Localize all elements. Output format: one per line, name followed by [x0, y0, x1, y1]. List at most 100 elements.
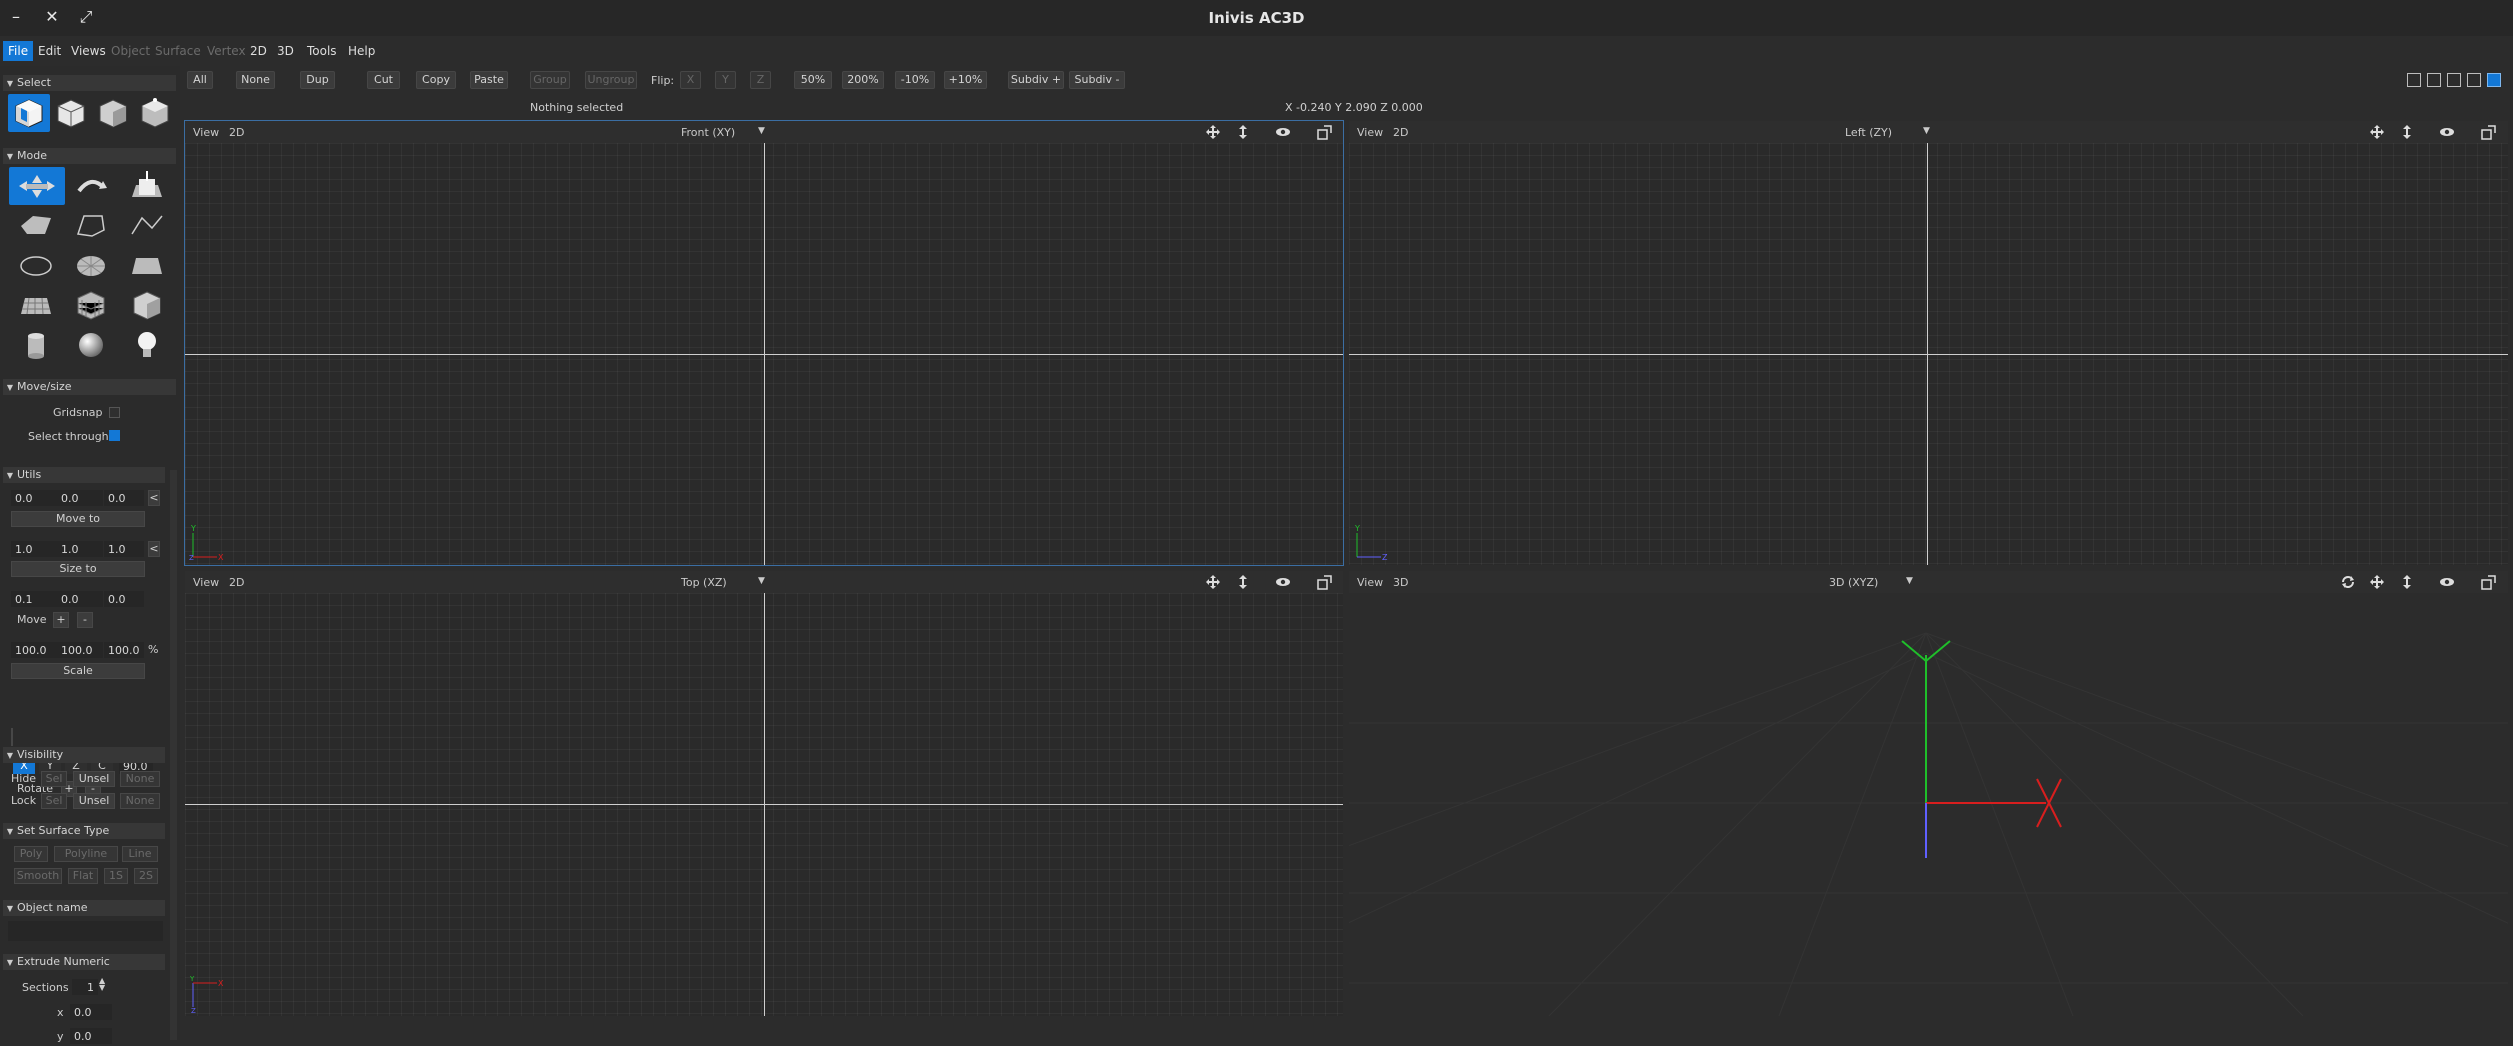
ungroup-button[interactable]: Ungroup [585, 71, 637, 89]
move-plus-button[interactable]: + [53, 612, 69, 628]
size-to-button[interactable]: Size to [11, 561, 145, 577]
select-none-button[interactable]: None [236, 71, 275, 89]
view-orientation-select[interactable]: 3D (XYZ) [1829, 576, 1878, 589]
sections-spinbox[interactable]: 1 [72, 979, 98, 995]
move-fetch-button[interactable]: < [148, 490, 160, 506]
box-tool[interactable] [126, 286, 168, 324]
size-x-input[interactable]: 1.0 [11, 541, 57, 557]
group-button[interactable]: Group [530, 71, 570, 89]
select-all-button[interactable]: All [187, 71, 213, 89]
paste-button[interactable]: Paste [470, 71, 508, 89]
viewport-left-canvas[interactable]: YZ [1349, 143, 2508, 565]
subdiv-minus-button[interactable]: Subdiv - [1069, 71, 1125, 89]
maximize-view-icon[interactable] [1317, 574, 1333, 590]
left-panel-scrollbar[interactable] [170, 470, 177, 1040]
pan-icon[interactable] [1205, 124, 1221, 140]
line-tool[interactable] [126, 206, 168, 244]
rotate-mode-tool[interactable] [70, 167, 112, 205]
layout-three-alt-icon[interactable] [2467, 73, 2481, 87]
plane-tool[interactable] [126, 246, 168, 284]
surface-line-button[interactable]: Line [122, 846, 158, 862]
step-z-input[interactable]: 0.0 [104, 591, 144, 607]
surface-section-header[interactable]: ▼ Set Surface Type [3, 823, 165, 839]
select-through-checkbox[interactable] [109, 430, 120, 441]
view-mode-toggle[interactable]: 2D [229, 126, 244, 139]
object-name-input[interactable] [8, 921, 163, 941]
subdiv-plus-button[interactable]: Subdiv + [1008, 71, 1064, 89]
size-z-input[interactable]: 1.0 [104, 541, 144, 557]
circle-tool[interactable] [15, 246, 57, 284]
zoom-vertical-icon[interactable] [2399, 124, 2415, 140]
extrude-x-input[interactable]: 0.0 [70, 1004, 112, 1020]
select-surface-tool[interactable] [92, 94, 134, 132]
grid-tool[interactable] [15, 286, 57, 324]
eye-icon[interactable] [2439, 574, 2455, 590]
move-z-input[interactable]: 0.0 [104, 490, 144, 506]
menu-views[interactable]: Views [66, 41, 111, 61]
light-tool[interactable] [126, 326, 168, 364]
view-orientation-select[interactable]: Top (XZ) [681, 576, 727, 589]
hide-sel-button[interactable]: Sel [41, 771, 67, 787]
polygon-tool[interactable] [15, 206, 57, 244]
layout-quad-icon[interactable] [2487, 73, 2501, 87]
viewport-3d-canvas[interactable] [1349, 593, 2508, 1016]
hide-none-button[interactable]: None [120, 771, 160, 787]
surface-polyline-button[interactable]: Polyline [54, 846, 118, 862]
visibility-section-header[interactable]: ▼ Visibility [3, 747, 165, 763]
spin-arrows-icon[interactable]: ▲ ▼ [99, 977, 105, 992]
menu-tools[interactable]: Tools [302, 41, 342, 61]
maximize-view-icon[interactable] [2481, 574, 2497, 590]
zoom-50-button[interactable]: 50% [794, 71, 832, 89]
zoom-200-button[interactable]: 200% [842, 71, 884, 89]
scale-y-input[interactable]: 100.0 [57, 642, 103, 658]
copy-button[interactable]: Copy [416, 71, 456, 89]
pan-icon[interactable] [1205, 574, 1221, 590]
sphere-tool[interactable] [70, 326, 112, 364]
eye-icon[interactable] [2439, 124, 2455, 140]
surface-flat-button[interactable]: Flat [68, 868, 98, 884]
zoom-plus-10-button[interactable]: +10% [944, 71, 987, 89]
size-fetch-button[interactable]: < [148, 541, 160, 557]
gridsnap-checkbox[interactable] [109, 407, 120, 418]
surface-2s-button[interactable]: 2S [134, 868, 158, 884]
scale-x-input[interactable]: 100.0 [11, 642, 57, 658]
scale-button[interactable]: Scale [11, 663, 145, 679]
zoom-vertical-icon[interactable] [1235, 124, 1251, 140]
view-orientation-select[interactable]: Left (ZY) [1845, 126, 1892, 139]
move-y-input[interactable]: 0.0 [57, 490, 103, 506]
view-mode-toggle[interactable]: 2D [1393, 126, 1408, 139]
scale-z-input[interactable]: 100.0 [104, 642, 144, 658]
rotate-view-icon[interactable] [2340, 574, 2356, 590]
extrude-section-header[interactable]: ▼ Extrude Numeric [3, 954, 165, 970]
menu-object[interactable]: Object [106, 41, 155, 61]
duplicate-button[interactable]: Dup [300, 71, 335, 89]
eye-icon[interactable] [1275, 574, 1291, 590]
menu-vertex[interactable]: Vertex [202, 41, 251, 61]
flip-x-button[interactable]: X [680, 71, 701, 89]
step-x-input[interactable]: 0.1 [11, 591, 57, 607]
pan-icon[interactable] [2369, 124, 2385, 140]
view-orientation-select[interactable]: Front (XY) [681, 126, 735, 139]
viewport-top-canvas[interactable]: Z X Y [185, 593, 1343, 1016]
chevron-down-icon[interactable]: ▼ [1923, 126, 1930, 136]
chevron-down-icon[interactable]: ▼ [758, 576, 765, 586]
move-to-button[interactable]: Move to [11, 511, 145, 527]
viewport-3d[interactable]: View 3D 3D (XYZ) ▼ [1349, 571, 2508, 1016]
move-minus-button[interactable]: - [77, 612, 93, 628]
menu-surface[interactable]: Surface [150, 41, 206, 61]
viewport-left[interactable]: View 2D Left (ZY) ▼ YZ [1349, 121, 2508, 565]
view-menu[interactable]: View [1357, 126, 1383, 139]
movesize-section-header[interactable]: ▼ Move/size [3, 379, 176, 395]
viewport-front[interactable]: View 2D Front (XY) ▼ Y X Z [184, 120, 1344, 566]
polyline-tool[interactable] [70, 206, 112, 244]
menu-help[interactable]: Help [343, 41, 380, 61]
disk-tool[interactable] [70, 246, 112, 284]
utils-section-header[interactable]: ▼ Utils [3, 467, 165, 483]
zoom-minus-10-button[interactable]: -10% [895, 71, 935, 89]
view-mode-toggle[interactable]: 2D [229, 576, 244, 589]
pan-icon[interactable] [2369, 574, 2385, 590]
zoom-vertical-icon[interactable] [2399, 574, 2415, 590]
select-group-tool[interactable] [50, 94, 92, 132]
menu-file[interactable]: File [3, 41, 34, 61]
extrude-y-input[interactable]: 0.0 [70, 1028, 112, 1044]
